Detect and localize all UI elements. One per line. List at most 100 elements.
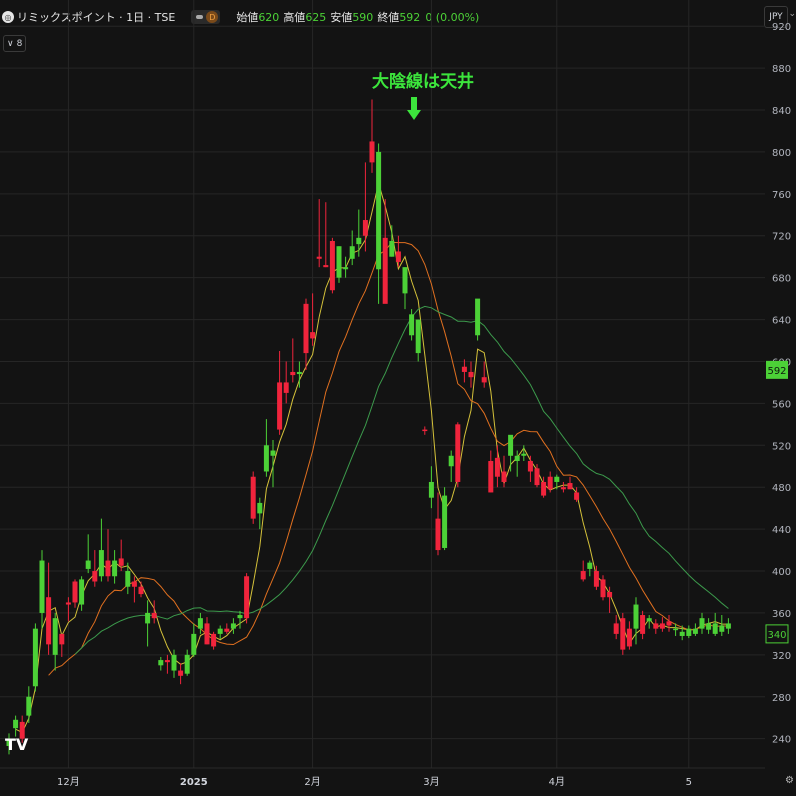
y-tick-label: 720	[772, 232, 791, 243]
candle-body	[52, 618, 58, 655]
candle-body	[699, 618, 705, 629]
candle-body	[600, 579, 606, 598]
y-tick-label: 680	[772, 274, 791, 285]
candle-body	[92, 571, 98, 582]
candle-body	[112, 560, 118, 577]
candle-body	[428, 481, 434, 498]
candle-body	[567, 483, 573, 490]
candle-body	[250, 476, 256, 519]
price-chart[interactable]: 2402803203604004404805205606006406807207…	[0, 0, 796, 796]
candle-body	[158, 660, 164, 666]
candle-body	[593, 571, 599, 587]
candle-body	[653, 623, 659, 629]
candle-body	[706, 623, 712, 630]
candle-body	[481, 377, 487, 383]
candle-body	[118, 558, 124, 566]
candle-body	[217, 628, 223, 634]
candle-body	[455, 424, 461, 482]
candle-body	[494, 457, 500, 477]
settings-icon[interactable]: ⚙	[785, 775, 794, 786]
candle-body	[488, 461, 494, 493]
candle-body	[633, 604, 639, 629]
candle-body	[98, 550, 104, 577]
tradingview-logo-icon[interactable]: 𝗧𝗩	[5, 735, 28, 754]
candle-body	[230, 623, 236, 629]
candle-body	[184, 654, 190, 674]
candle-body	[395, 251, 401, 262]
candle-body	[554, 476, 560, 482]
y-tick-label: 920	[772, 22, 791, 33]
ma-mid-line	[48, 241, 729, 676]
candle-body	[336, 246, 342, 278]
candle-body	[376, 151, 382, 270]
candle-body	[719, 625, 725, 632]
candle-body	[646, 618, 652, 622]
y-tick-label: 360	[772, 609, 791, 620]
candle-body	[59, 633, 65, 645]
candle-body	[547, 476, 553, 490]
x-tick-label: 2025	[180, 777, 208, 788]
x-tick-label: 2月	[304, 776, 320, 788]
candle-body	[541, 481, 547, 496]
ma-long-line	[74, 305, 729, 655]
candle-body	[290, 371, 296, 376]
candle-body	[461, 366, 467, 372]
candle-body	[237, 615, 243, 619]
candle-body	[32, 628, 38, 687]
annotation-arrow-head	[407, 110, 421, 120]
candle-body	[409, 314, 415, 336]
candle-body	[501, 471, 507, 482]
candle-body	[534, 468, 540, 486]
candle-body	[607, 591, 613, 598]
candle-body	[257, 502, 263, 514]
ma-price-label: 340	[767, 630, 786, 641]
candle-body	[475, 298, 481, 336]
candle-body	[666, 621, 672, 626]
candle-body	[105, 560, 111, 577]
candle-body	[72, 581, 78, 603]
annotation-text: 大陰線は天井	[372, 72, 474, 92]
candle-body	[343, 267, 349, 270]
candle-body	[402, 267, 408, 294]
y-tick-label: 880	[772, 64, 791, 75]
candle-body	[13, 719, 19, 729]
candle-body	[356, 237, 362, 245]
candle-body	[574, 492, 580, 500]
y-tick-label: 800	[772, 148, 791, 159]
candle-body	[296, 371, 302, 375]
candle-body	[362, 220, 368, 236]
candle-body	[389, 240, 395, 257]
candle-body	[303, 303, 309, 354]
candle-body	[508, 434, 514, 456]
candle-body	[164, 660, 170, 663]
candle-body	[171, 654, 177, 671]
candle-body	[369, 141, 375, 163]
x-tick-label: 4月	[549, 776, 565, 788]
y-tick-label: 440	[772, 525, 791, 536]
candle-body	[329, 240, 335, 291]
candle-body	[85, 560, 91, 569]
ma-short-line	[15, 181, 729, 734]
candle-body	[79, 579, 85, 605]
candle-body	[442, 495, 448, 548]
candle-body	[197, 618, 203, 629]
candle-body	[679, 631, 685, 636]
candle-body	[191, 633, 197, 655]
candle-body	[138, 586, 144, 595]
y-tick-label: 400	[772, 567, 791, 578]
moving-averages	[15, 181, 729, 734]
candle-body	[224, 628, 230, 632]
candle-body	[277, 382, 283, 430]
candle-body	[26, 696, 32, 716]
candle-body	[178, 670, 184, 676]
x-tick-label: 3月	[423, 776, 439, 788]
candle-body	[673, 628, 679, 631]
candle-body	[316, 256, 322, 259]
candle-body	[39, 560, 45, 613]
candle-body	[659, 623, 665, 629]
candle-body	[349, 246, 355, 259]
candle-body	[46, 597, 52, 645]
candle-body	[580, 571, 586, 580]
y-tick-label: 280	[772, 693, 791, 704]
candle-body	[204, 623, 210, 645]
